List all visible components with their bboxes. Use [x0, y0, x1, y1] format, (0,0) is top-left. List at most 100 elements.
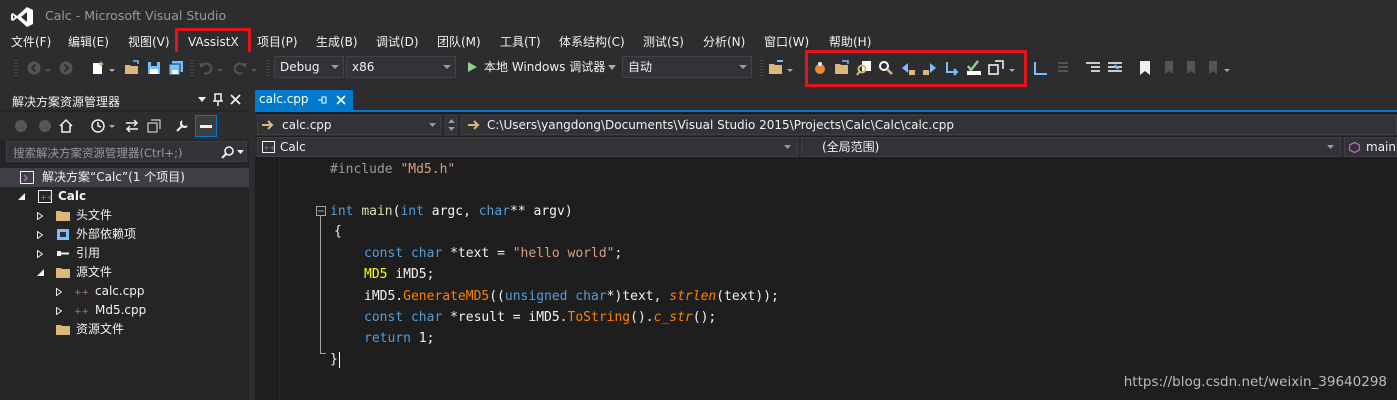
toolbar-grip[interactable]	[14, 60, 18, 76]
vax-spell-check-icon[interactable]	[966, 60, 982, 76]
open-file-icon[interactable]	[124, 60, 140, 76]
tree-item-references[interactable]: 引用	[0, 244, 249, 263]
clear-bookmarks-icon[interactable]	[1203, 60, 1219, 76]
tree-item-file-calc-cpp[interactable]: ++ calc.cpp	[0, 282, 249, 301]
menu-architecture[interactable]: 体系结构(C)	[559, 32, 625, 52]
code-text-area[interactable]: #include "Md5.h" int main(int argc, char…	[255, 158, 1397, 400]
file-path-box[interactable]: C:\Users\yangdong\Documents\Visual Studi…	[461, 115, 1397, 135]
new-dropdown-icon[interactable]	[108, 60, 116, 76]
tree-item-label: 引用	[76, 246, 101, 260]
chevron-down-icon	[784, 145, 791, 149]
tree-item-source-files[interactable]: 源文件	[0, 263, 249, 282]
filter-folder-icon	[56, 325, 70, 335]
menu-tools[interactable]: 工具(T)	[500, 32, 541, 52]
vax-find-symbol-icon[interactable]	[856, 60, 872, 76]
vax-open-file-icon[interactable]	[834, 60, 850, 76]
collapsed-triangle-icon[interactable]	[56, 307, 62, 315]
solution-platform-select[interactable]: x86	[346, 56, 456, 78]
pin-icon[interactable]	[212, 93, 224, 107]
back-icon[interactable]	[14, 119, 28, 133]
pin-tab-icon[interactable]	[317, 95, 327, 105]
collapse-all-icon[interactable]	[146, 118, 162, 134]
toolbar-grip[interactable]	[190, 60, 194, 76]
forward-nav-icon[interactable]	[58, 60, 74, 76]
forward-icon[interactable]	[38, 119, 52, 133]
bookmark-icon[interactable]	[1137, 60, 1153, 76]
menu-analyze[interactable]: 分析(N)	[703, 32, 745, 52]
project-scope-select[interactable]: ++ Calc	[257, 137, 798, 157]
start-debugging-button[interactable]: 本地 Windows 调试器	[462, 56, 620, 78]
toolbar-overflow-icon[interactable]	[786, 60, 794, 76]
redo-icon[interactable]	[232, 60, 248, 76]
redo-dropdown-icon[interactable]	[250, 60, 258, 76]
vax-overflow-icon[interactable]	[1008, 60, 1016, 76]
collapsed-triangle-icon[interactable]	[56, 288, 62, 296]
vax-find-references-icon[interactable]	[878, 60, 894, 76]
chevron-down-icon	[739, 65, 747, 69]
debug-target-select[interactable]: 自动	[622, 56, 752, 78]
back-dropdown-icon[interactable]	[44, 60, 52, 76]
tree-item-file-md5-cpp[interactable]: ++ Md5.cpp	[0, 301, 249, 320]
menu-file[interactable]: 文件(F)	[11, 32, 51, 52]
solution-config-select[interactable]: Debug	[274, 56, 344, 78]
expanded-triangle-icon[interactable]	[37, 269, 44, 276]
menu-help[interactable]: 帮助(H)	[829, 32, 871, 52]
new-project-icon[interactable]	[90, 60, 106, 76]
home-icon[interactable]	[58, 118, 74, 134]
sync-icon[interactable]	[124, 118, 140, 134]
increase-indent-icon[interactable]	[1107, 60, 1123, 76]
menu-edit[interactable]: 编辑(E)	[68, 32, 109, 52]
member-scope-select[interactable]: main	[1344, 137, 1397, 157]
tree-item-project-calc[interactable]: ++ Calc	[0, 187, 249, 206]
uncomment-icon[interactable]	[1055, 60, 1071, 76]
expanded-triangle-icon[interactable]	[18, 193, 25, 200]
history-dropdown-icon[interactable]	[108, 118, 116, 134]
tree-item-header-files[interactable]: 头文件	[0, 206, 249, 225]
vax-refactor-icon[interactable]	[988, 60, 1004, 76]
panel-dropdown-icon[interactable]	[198, 97, 206, 103]
previous-bookmark-icon[interactable]	[1159, 60, 1175, 76]
close-tab-icon[interactable]	[336, 95, 346, 105]
menu-test[interactable]: 测试(S)	[643, 32, 684, 52]
collapse-outline-icon[interactable]	[316, 206, 326, 216]
close-icon[interactable]	[230, 94, 241, 105]
undo-dropdown-icon[interactable]	[216, 60, 224, 76]
search-options-chevron-icon[interactable]	[237, 150, 244, 155]
decrease-indent-icon[interactable]	[1085, 60, 1101, 76]
menu-view[interactable]: 视图(V)	[128, 32, 170, 52]
nav-spinner[interactable]	[445, 115, 457, 135]
menu-project[interactable]: 项目(P)	[257, 32, 298, 52]
menu-debug[interactable]: 调试(D)	[376, 32, 419, 52]
comment-out-icon[interactable]	[1033, 60, 1049, 76]
file-select[interactable]: calc.cpp	[257, 115, 441, 135]
collapsed-triangle-icon[interactable]	[37, 212, 43, 220]
global-scope-select[interactable]: (全局范围)	[801, 137, 1341, 157]
vax-goto-implementation-icon[interactable]	[944, 60, 960, 76]
toolbar-grip[interactable]	[266, 60, 270, 76]
bookmarks-overflow-icon[interactable]	[1223, 60, 1231, 76]
undo-icon[interactable]	[198, 60, 214, 76]
toolbar-grip[interactable]	[760, 60, 764, 76]
vax-go-back-icon[interactable]	[900, 60, 916, 76]
save-all-icon[interactable]	[168, 60, 184, 76]
find-files-icon[interactable]	[768, 60, 784, 76]
back-nav-icon[interactable]	[26, 60, 42, 76]
tree-item-external-dependencies[interactable]: 外部依赖项	[0, 225, 249, 244]
tab-calc-cpp[interactable]: calc.cpp	[255, 90, 353, 110]
tree-item-solution[interactable]: 解决方案“Calc”(1 个项目)	[0, 168, 249, 187]
tree-item-resource-files[interactable]: 资源文件	[0, 320, 249, 339]
save-icon[interactable]	[146, 60, 162, 76]
vax-go-forward-icon[interactable]	[922, 60, 938, 76]
solution-search-input[interactable]: 搜索解决方案资源管理器(Ctrl+;)	[6, 141, 247, 162]
next-bookmark-icon[interactable]	[1181, 60, 1197, 76]
menu-window[interactable]: 窗口(W)	[764, 32, 809, 52]
collapsed-triangle-icon[interactable]	[37, 231, 43, 239]
vax-bug-icon[interactable]	[812, 60, 828, 76]
preview-selected-button[interactable]	[195, 115, 217, 137]
search-icon[interactable]	[221, 146, 234, 159]
collapsed-triangle-icon[interactable]	[37, 250, 43, 258]
properties-wrench-icon[interactable]	[174, 118, 190, 134]
menu-team[interactable]: 团队(M)	[437, 32, 481, 52]
menu-build[interactable]: 生成(B)	[316, 32, 358, 52]
history-icon[interactable]	[90, 118, 106, 134]
